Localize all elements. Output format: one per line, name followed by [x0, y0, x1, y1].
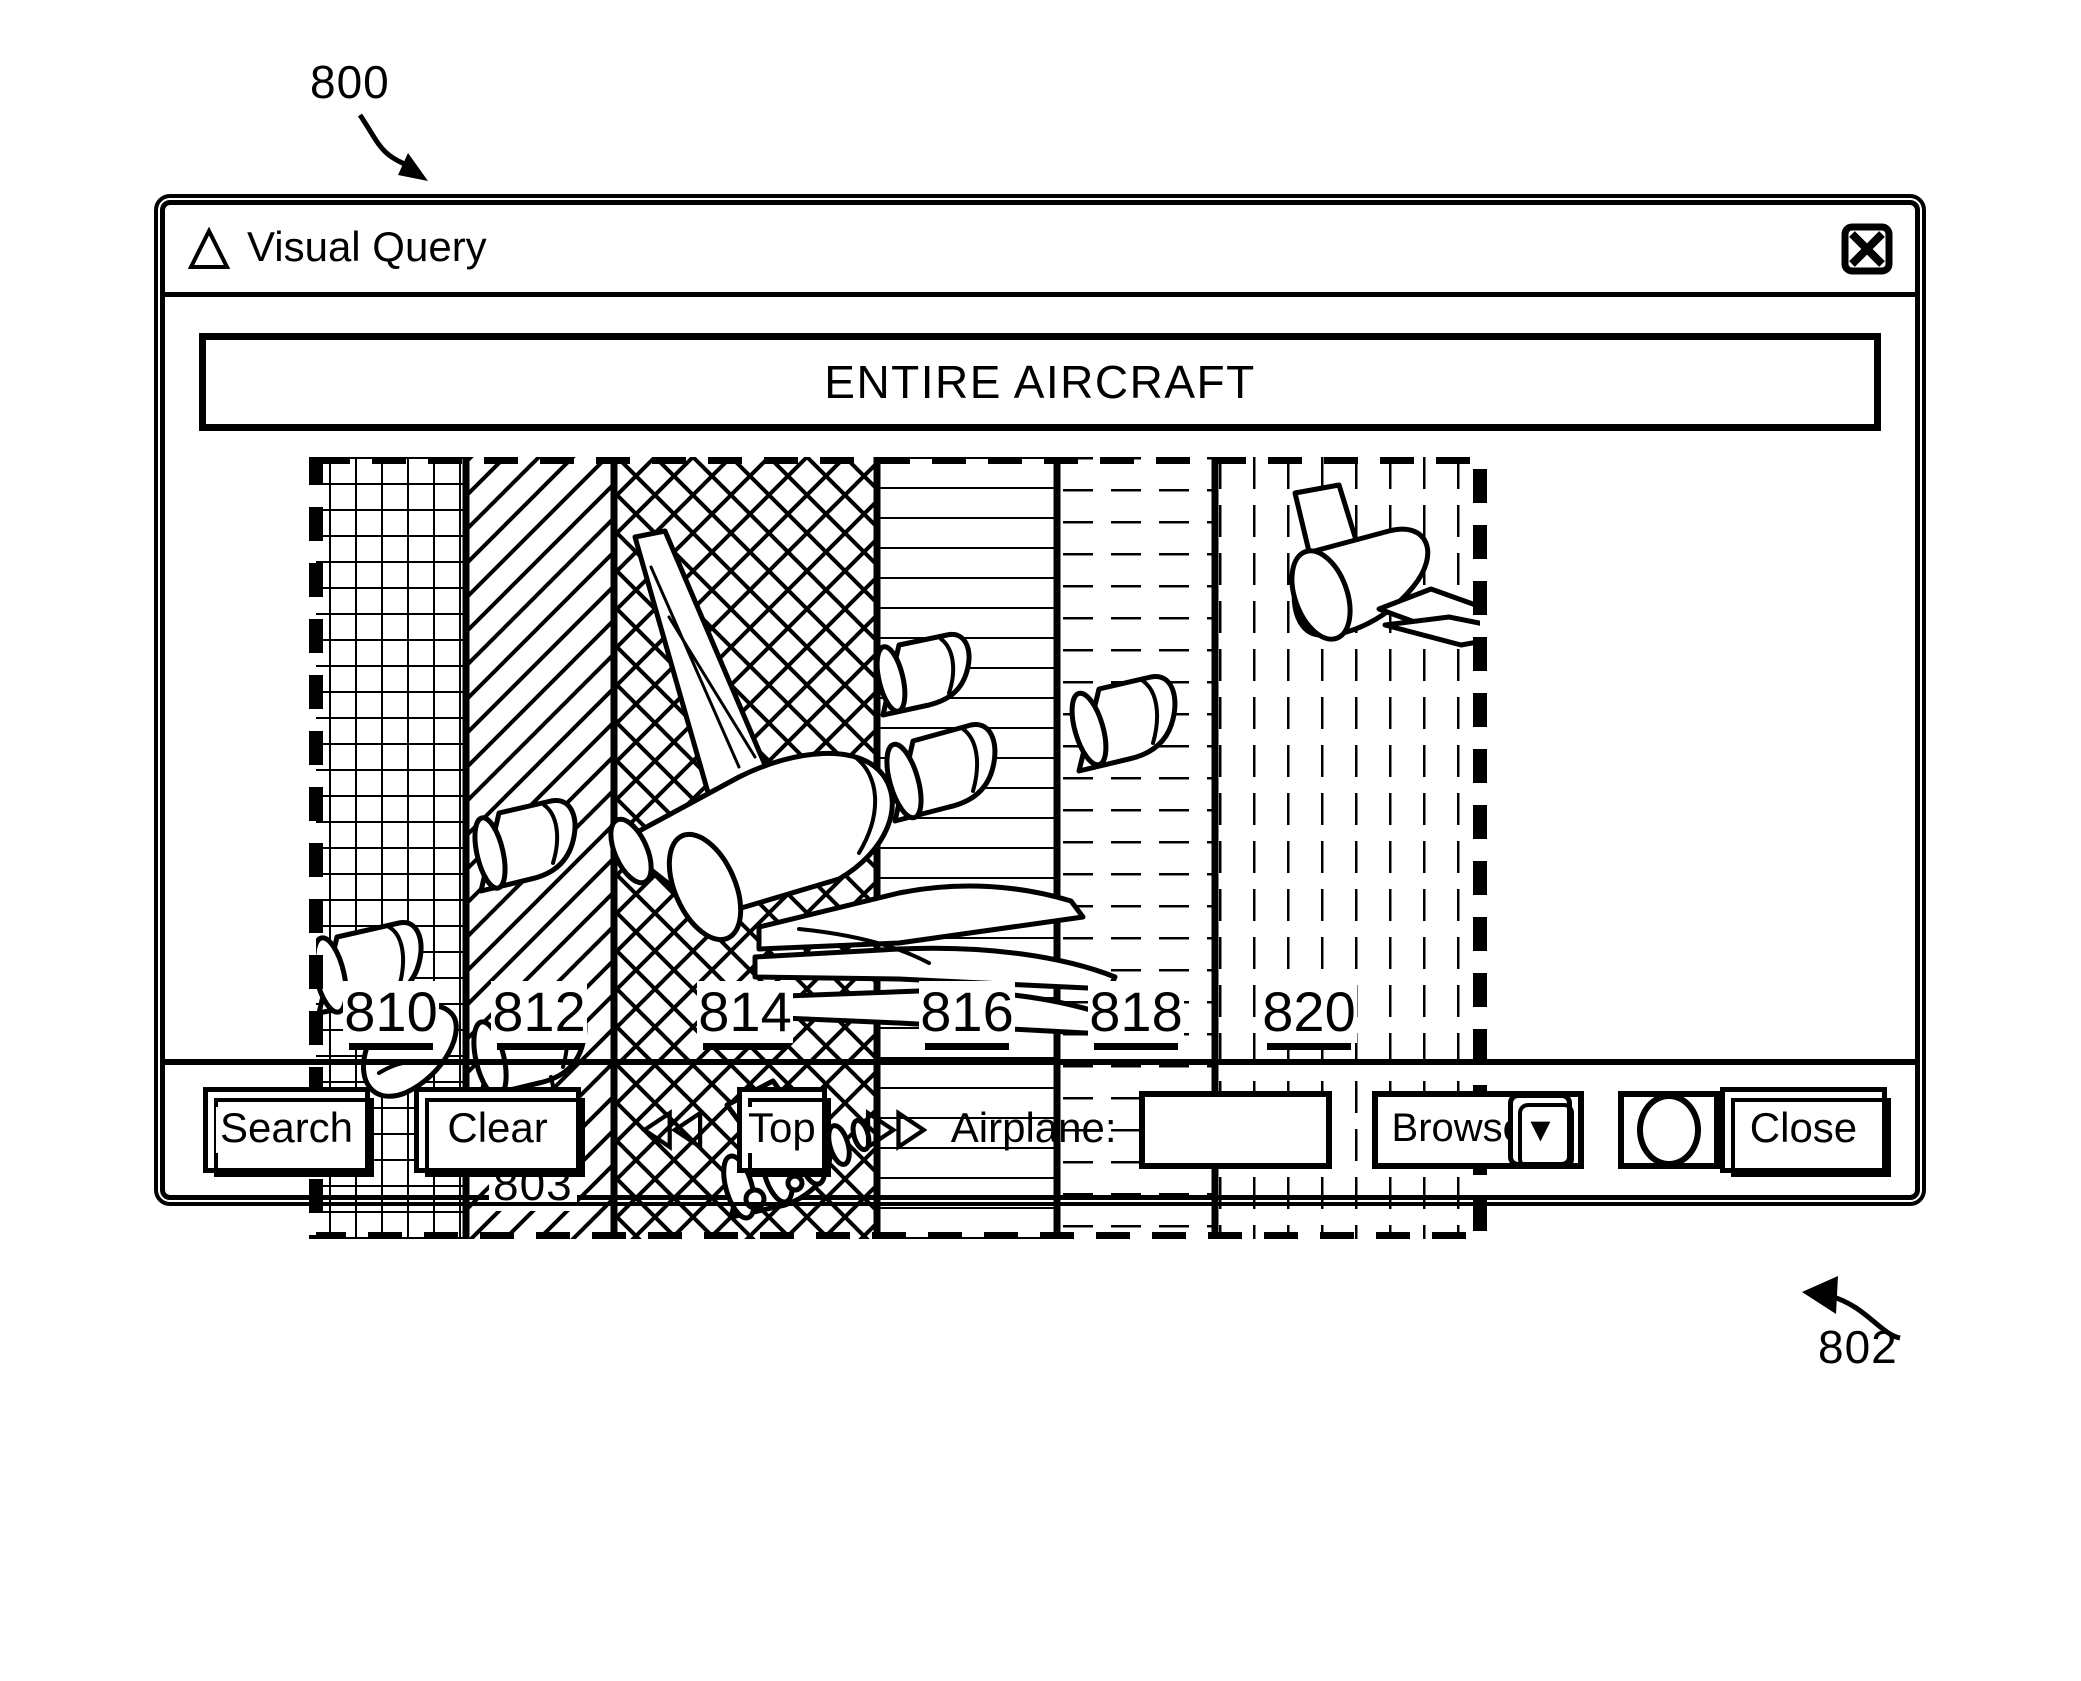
top-button[interactable]: Top — [737, 1087, 831, 1177]
clear-button[interactable]: Clear — [414, 1087, 586, 1177]
zone-label-818: 818 — [1088, 980, 1184, 1050]
browse-dropdown-label: Browse — [1391, 1106, 1525, 1150]
svg-text:814: 814 — [698, 980, 791, 1043]
svg-text:810: 810 — [344, 980, 437, 1043]
double-left-triangle-icon[interactable] — [635, 1104, 711, 1156]
search-button[interactable]: Search — [203, 1087, 375, 1177]
svg-text:818: 818 — [1089, 980, 1182, 1043]
browse-dropdown[interactable]: Browse ▼ — [1371, 1091, 1585, 1169]
visual-query-window: Visual Query ENTIRE AIRCRAFT 810 812 814… — [154, 194, 1926, 1239]
search-button-label: Search — [215, 1107, 358, 1153]
triangle-icon — [187, 226, 231, 269]
double-right-triangle-icon[interactable] — [857, 1104, 933, 1156]
bottom-toolbar: Search Clear Top Airplane: Browse ▼ Clos… — [165, 1059, 1915, 1195]
window-body: ENTIRE AIRCRAFT 810 812 814 816 818 820 … — [165, 297, 1915, 1239]
zone-label-812: 812 — [491, 980, 587, 1050]
circle-icon — [1637, 1093, 1702, 1167]
circle-button[interactable] — [1618, 1091, 1720, 1169]
svg-text:820: 820 — [1262, 980, 1355, 1043]
airplane-input[interactable] — [1138, 1091, 1332, 1169]
window-title: Visual Query — [247, 222, 487, 270]
clear-button-label: Clear — [443, 1107, 552, 1153]
zone-label-816: 816 — [919, 980, 1015, 1050]
close-x-icon[interactable] — [1841, 223, 1893, 275]
entire-aircraft-banner: ENTIRE AIRCRAFT — [199, 333, 1881, 431]
chevron-down-icon[interactable]: ▼ — [1508, 1093, 1575, 1169]
leader-line-800 — [357, 113, 428, 181]
window-titlebar: Visual Query — [165, 205, 1915, 297]
zone-label-820: 820 — [1261, 980, 1357, 1050]
figure-ref-800: 800 — [310, 56, 390, 108]
zone-label-814: 814 — [697, 980, 793, 1050]
close-button-label: Close — [1745, 1107, 1862, 1153]
airplane-field-label: Airplane: — [950, 1104, 1117, 1151]
svg-text:816: 816 — [920, 980, 1013, 1043]
top-button-label: Top — [744, 1107, 820, 1153]
figure-ref-802: 802 — [1818, 1321, 1898, 1373]
zone-label-810: 810 — [343, 980, 439, 1050]
banner-label: ENTIRE AIRCRAFT — [824, 356, 1256, 408]
svg-text:812: 812 — [492, 980, 585, 1043]
close-button[interactable]: Close — [1719, 1087, 1892, 1177]
